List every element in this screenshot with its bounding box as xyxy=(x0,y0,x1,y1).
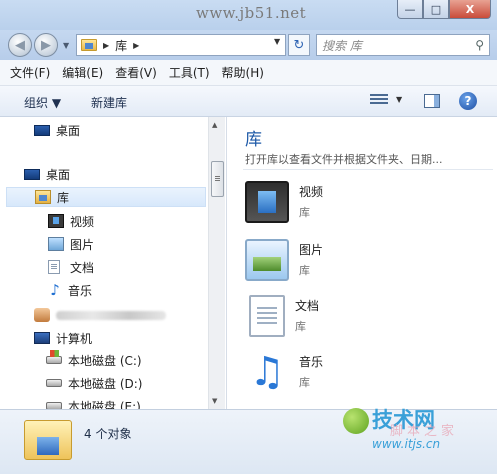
scroll-down-icon[interactable]: ▼ xyxy=(212,397,217,405)
music-note-icon: ♪ xyxy=(50,281,60,299)
help-icon[interactable]: ? xyxy=(459,92,477,110)
library-name: 音乐 xyxy=(299,355,324,369)
library-type: 库 xyxy=(299,264,310,277)
library-folder-large-icon xyxy=(24,420,72,460)
desktop-icon xyxy=(34,124,50,136)
back-button[interactable]: ◀ xyxy=(8,33,32,57)
item-count: 4 个对象 xyxy=(84,427,132,441)
library-type: 库 xyxy=(299,206,310,219)
organize-button[interactable]: 组织 ▼ xyxy=(24,94,61,111)
search-icon: ⚲ xyxy=(475,38,484,52)
nav-item-desktop[interactable]: 桌面 xyxy=(24,164,70,184)
library-name: 视频 xyxy=(299,185,324,199)
address-row: ◀ ▶ ▼ ▶ 库 ▶ ▼ ↻ 搜索 库 ⚲ xyxy=(0,30,497,60)
divider xyxy=(243,169,493,170)
nav-item-computer[interactable]: 计算机 xyxy=(34,328,92,348)
breadcrumb-arrow-icon[interactable]: ▶ xyxy=(133,41,139,50)
breadcrumb-library[interactable]: 库 xyxy=(115,37,127,54)
search-placeholder: 搜索 库 xyxy=(322,38,362,53)
command-bar: 组织 ▼ 新建库 ▼ ? xyxy=(0,86,497,117)
nav-item-videos[interactable]: 视频 xyxy=(48,211,94,231)
forward-button[interactable]: ▶ xyxy=(34,33,58,57)
nav-label: 库 xyxy=(57,190,70,205)
library-folder-icon xyxy=(81,39,97,51)
refresh-icon: ↻ xyxy=(293,37,305,53)
content-pane: 库 打开库以查看文件并根据文件夹、日期... 视频 库 图片 库 文档 库 ♫ … xyxy=(226,117,497,409)
preview-pane-icon[interactable] xyxy=(424,94,440,108)
library-icon xyxy=(35,190,51,204)
menu-file[interactable]: 文件(F) xyxy=(10,64,50,81)
menu-bar: 文件(F) 编辑(E) 查看(V) 工具(T) 帮助(H) xyxy=(0,60,497,86)
video-library-icon xyxy=(245,181,289,223)
library-type: 库 xyxy=(295,320,306,333)
breadcrumb-arrow-icon[interactable]: ▶ xyxy=(103,41,109,50)
library-name: 图片 xyxy=(299,243,324,257)
watermark-url: www.itjs.cn xyxy=(372,437,441,451)
nav-item-pictures[interactable]: 图片 xyxy=(48,234,94,254)
change-view-icon[interactable] xyxy=(370,94,388,108)
nav-label: 本地磁盘 (C:) xyxy=(68,353,142,368)
menu-view[interactable]: 查看(V) xyxy=(115,64,157,81)
nav-label: 桌面 xyxy=(46,167,71,182)
system-drive-icon xyxy=(46,350,62,364)
pictures-library-icon xyxy=(245,239,289,281)
watermark-top: www.jb51.net xyxy=(196,4,307,22)
view-options-dropdown[interactable]: ▼ xyxy=(396,95,402,104)
maximize-button[interactable]: □ xyxy=(423,0,449,19)
drive-icon xyxy=(46,379,62,387)
nav-item-drive-c[interactable]: 本地磁盘 (C:) xyxy=(46,350,142,370)
recent-pages-dropdown[interactable]: ▼ xyxy=(63,41,69,50)
new-library-button[interactable]: 新建库 xyxy=(91,94,127,111)
nav-item-music[interactable]: ♪ 音乐 xyxy=(48,280,92,300)
music-library-icon: ♫ xyxy=(249,349,285,395)
user-folder-icon xyxy=(34,308,50,322)
navigation-pane: 桌面 桌面 库 视频 图片 文档 ♪ 音乐 计算机 本地磁盘 (C:) 本地磁盘… xyxy=(0,117,208,414)
nav-item-libraries[interactable]: 库 xyxy=(6,187,206,207)
scrollbar-thumb[interactable] xyxy=(211,161,224,197)
nav-label: 本地磁盘 (D:) xyxy=(68,376,143,391)
video-icon xyxy=(48,214,64,228)
desktop-icon xyxy=(24,168,40,180)
scroll-up-icon[interactable]: ▲ xyxy=(212,121,217,129)
documents-library-icon xyxy=(249,295,285,337)
nav-label: 计算机 xyxy=(56,331,93,346)
library-type: 库 xyxy=(299,376,310,389)
nav-item-documents[interactable]: 文档 xyxy=(48,257,94,277)
page-title: 库 xyxy=(245,130,262,150)
nav-label: 音乐 xyxy=(68,283,93,298)
search-input[interactable]: 搜索 库 ⚲ xyxy=(316,34,490,56)
forward-arrow-icon: ▶ xyxy=(41,37,51,53)
blurred-username xyxy=(56,310,166,320)
title-bar: www.jb51.net — □ X xyxy=(0,0,497,30)
library-item-music[interactable]: ♫ 音乐 库 xyxy=(245,351,323,393)
document-icon xyxy=(48,260,60,274)
window-controls: — □ X xyxy=(397,0,491,19)
address-dropdown[interactable]: ▼ xyxy=(274,37,280,46)
nav-item-drive-d[interactable]: 本地磁盘 (D:) xyxy=(46,373,142,393)
back-arrow-icon: ◀ xyxy=(15,37,25,53)
nav-item-desktop-favorite[interactable]: 桌面 xyxy=(34,120,80,140)
library-name: 文档 xyxy=(295,299,320,313)
refresh-button[interactable]: ↻ xyxy=(288,34,310,56)
minimize-button[interactable]: — xyxy=(397,0,423,19)
nav-label: 视频 xyxy=(70,214,95,229)
nav-item-user-blurred[interactable] xyxy=(34,305,166,325)
page-subtitle: 打开库以查看文件并根据文件夹、日期... xyxy=(245,153,443,166)
library-item-pictures[interactable]: 图片 库 xyxy=(245,239,323,281)
computer-icon xyxy=(34,332,50,344)
watermark-badge-icon xyxy=(343,408,369,434)
library-item-videos[interactable]: 视频 库 xyxy=(245,181,323,223)
library-item-documents[interactable]: 文档 库 xyxy=(245,295,319,337)
picture-icon xyxy=(48,237,64,251)
menu-tools[interactable]: 工具(T) xyxy=(169,64,210,81)
menu-help[interactable]: 帮助(H) xyxy=(222,64,264,81)
address-bar[interactable]: ▶ 库 ▶ xyxy=(76,34,286,56)
nav-label: 桌面 xyxy=(56,123,81,138)
menu-edit[interactable]: 编辑(E) xyxy=(62,64,103,81)
nav-label: 图片 xyxy=(70,237,95,252)
nav-label: 文档 xyxy=(70,260,95,275)
close-button[interactable]: X xyxy=(449,0,491,19)
nav-pane-scrollbar[interactable]: ▲ ▼ xyxy=(208,117,225,409)
